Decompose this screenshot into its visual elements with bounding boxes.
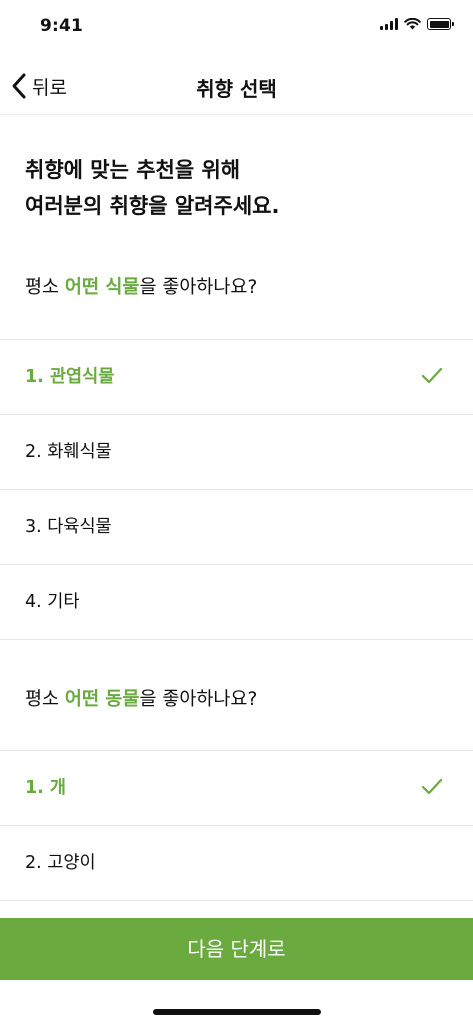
status-bar: 9:41: [0, 0, 473, 54]
question-highlight: 어떤 식물: [64, 277, 140, 298]
option-label: 4. 기타: [25, 592, 80, 612]
question-suffix: 을 좋아하나요?: [139, 689, 258, 710]
option-label: 1. 관엽식물: [25, 367, 115, 387]
animal-option-2[interactable]: 2. 고양이: [0, 826, 473, 901]
check-icon: [421, 778, 443, 795]
question-prefix: 평소: [25, 277, 65, 298]
navigation-bar: 뒤로 취향 선택: [0, 58, 473, 115]
option-label: 2. 고양이: [25, 853, 96, 873]
battery-icon: [427, 18, 454, 30]
question-suffix: 을 좋아하나요?: [139, 277, 258, 298]
page-title: 취향 선택: [196, 77, 277, 101]
question-prefix: 평소: [25, 689, 65, 710]
home-indicator: [153, 1009, 321, 1015]
plant-option-list: 1. 관엽식물 2. 화훼식물 3. 다육식물 4. 기타: [0, 339, 473, 640]
plant-option-4[interactable]: 4. 기타: [0, 565, 473, 640]
next-step-button[interactable]: 다음 단계로: [0, 918, 473, 980]
headline-line-1: 취향에 맞는 추천을 위해: [25, 158, 241, 182]
question-highlight: 어떤 동물: [64, 689, 140, 710]
status-icons: [380, 18, 454, 30]
option-label: 1. 개: [25, 778, 67, 798]
plant-option-3[interactable]: 3. 다육식물: [0, 490, 473, 565]
headline-line-2: 여러분의 취향을 알려주세요.: [25, 194, 280, 218]
question-animals: 평소 어떤 동물을 좋아하나요?: [25, 685, 257, 711]
cellular-signal-icon: [380, 18, 398, 30]
plant-option-2[interactable]: 2. 화훼식물: [0, 415, 473, 490]
headline: 취향에 맞는 추천을 위해 여러분의 취향을 알려주세요.: [25, 152, 445, 224]
option-label: 3. 다육식물: [25, 517, 112, 537]
status-time: 9:41: [40, 16, 84, 36]
animal-option-1[interactable]: 1. 개: [0, 751, 473, 826]
animal-option-list: 1. 개 2. 고양이: [0, 750, 473, 901]
check-icon: [421, 367, 443, 384]
wifi-icon: [404, 18, 421, 30]
question-plants: 평소 어떤 식물을 좋아하나요?: [25, 273, 257, 299]
plant-option-1[interactable]: 1. 관엽식물: [0, 340, 473, 415]
option-label: 2. 화훼식물: [25, 442, 112, 462]
